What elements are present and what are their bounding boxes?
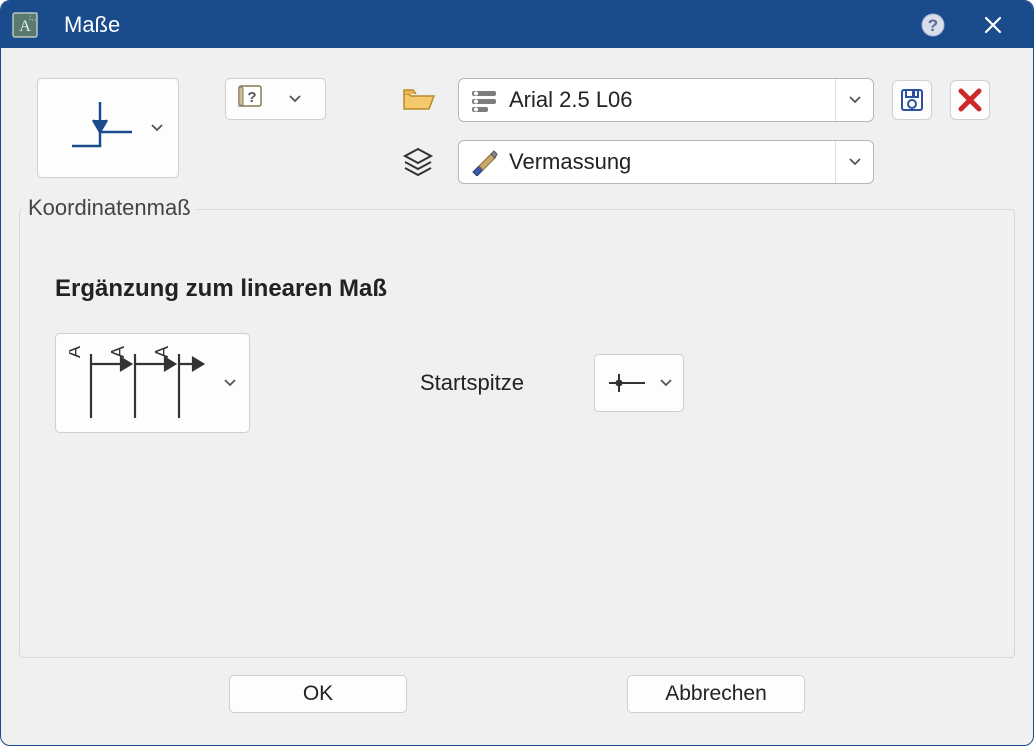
svg-text:A: A (19, 18, 31, 35)
start-tip-preview-icon (601, 368, 653, 398)
delete-x-icon (957, 87, 983, 113)
dimension-type-preview-icon (54, 98, 148, 158)
font-combo-dropdown[interactable] (835, 79, 873, 121)
brush-icon (467, 145, 501, 179)
text-style-icon (467, 83, 501, 117)
svg-text:A: A (152, 346, 172, 358)
chevron-down-icon (286, 90, 304, 108)
layer-combo-dropdown[interactable] (835, 141, 873, 183)
font-row: Arial 2.5 L06 (396, 78, 1015, 122)
layer-row: Vermassung (396, 140, 1015, 184)
ok-button[interactable]: OK (229, 675, 407, 713)
cancel-button[interactable]: Abbrechen (627, 675, 805, 713)
app-icon: A (11, 11, 39, 39)
layer-combo[interactable]: Vermassung (458, 140, 874, 184)
font-combo[interactable]: Arial 2.5 L06 (458, 78, 874, 122)
chevron-down-icon (221, 374, 239, 392)
chevron-down-icon (657, 374, 675, 392)
coordinate-style-preview-icon: A A A (56, 340, 221, 426)
book-question-icon: ? (236, 82, 266, 116)
save-icon (899, 87, 925, 113)
help-button[interactable]: ? (908, 1, 958, 48)
coordinate-dimension-group: Koordinatenmaß Ergänzung zum linearen Ma… (19, 209, 1015, 658)
folder-open-icon[interactable] (396, 80, 440, 120)
layers-icon[interactable] (396, 142, 440, 182)
group-title: Koordinatenmaß (22, 195, 197, 221)
dialog-window: A Maße ? (0, 0, 1034, 746)
toolbar-row: ? (19, 78, 1015, 184)
coordinate-style-picker[interactable]: A A A (55, 333, 250, 433)
svg-text:A: A (69, 346, 84, 358)
dialog-footer: OK Abbrechen (19, 658, 1015, 730)
start-tip-label: Startspitze (420, 370, 524, 396)
svg-text:A: A (108, 346, 128, 358)
window-title: Maße (64, 12, 120, 38)
chevron-down-icon (148, 119, 166, 137)
config-row: A A A (55, 333, 979, 433)
dimension-type-picker[interactable] (37, 78, 179, 178)
dialog-content: ? (1, 48, 1033, 745)
svg-text:?: ? (247, 89, 256, 106)
layer-combo-value: Vermassung (509, 149, 835, 175)
font-combo-value: Arial 2.5 L06 (509, 87, 835, 113)
style-selectors: Arial 2.5 L06 (396, 78, 1015, 184)
start-tip-picker[interactable] (594, 354, 684, 412)
save-style-button[interactable] (892, 80, 932, 120)
close-button[interactable] (968, 1, 1018, 48)
title-bar: A Maße ? (1, 1, 1033, 48)
sub-heading: Ergänzung zum linearen Maß (55, 275, 979, 303)
delete-style-button[interactable] (950, 80, 990, 120)
svg-text:?: ? (928, 16, 938, 35)
help-topic-button[interactable]: ? (225, 78, 326, 120)
